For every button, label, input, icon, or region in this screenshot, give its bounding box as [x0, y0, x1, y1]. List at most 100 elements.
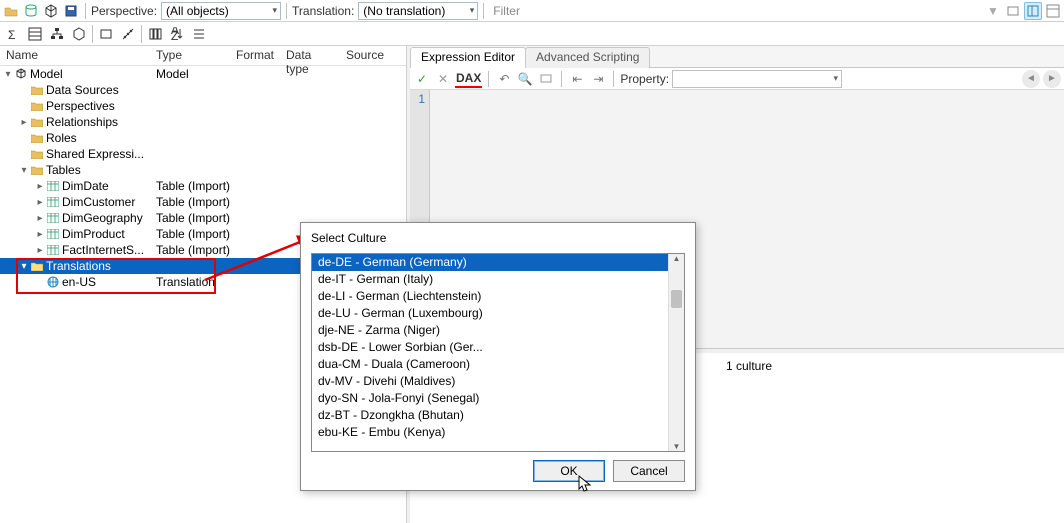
indent-right-icon[interactable]: ⇥: [589, 70, 607, 88]
dialog-buttons: OK Cancel: [301, 452, 695, 490]
col-type[interactable]: Type: [150, 46, 230, 65]
table-icon: [46, 227, 60, 241]
folder-view-icon[interactable]: [95, 23, 117, 45]
scrollbar-thumb[interactable]: [671, 290, 682, 308]
dax-label-icon[interactable]: DAX: [455, 70, 482, 88]
col-source[interactable]: Source: [340, 46, 406, 65]
culture-item[interactable]: ebu-KE - Embu (Kenya): [312, 424, 668, 441]
panel1-icon[interactable]: [1024, 2, 1042, 20]
col-name[interactable]: Name: [0, 46, 150, 65]
collapse-icon[interactable]: ▾: [18, 165, 30, 176]
culture-item[interactable]: de-LI - German (Liechtenstein): [312, 288, 668, 305]
dialog-title: Select Culture: [301, 223, 695, 253]
separator: [613, 71, 614, 87]
culture-listbox[interactable]: de-DE - German (Germany)de-IT - German (…: [311, 253, 685, 452]
ok-button[interactable]: OK: [533, 460, 605, 482]
expand-icon[interactable]: ▸: [34, 213, 46, 224]
indent-left-icon[interactable]: ⇤: [568, 70, 586, 88]
collapse-icon[interactable]: ▾: [18, 261, 30, 272]
top-toolbar: Perspective: (All objects) Translation: …: [0, 0, 1064, 22]
editor-tabs: Expression Editor Advanced Scripting: [410, 46, 1064, 68]
culture-item[interactable]: de-LU - German (Luxembourg): [312, 305, 668, 322]
scrollbar[interactable]: [668, 254, 684, 451]
table-icon: [46, 179, 60, 193]
separator: [561, 71, 562, 87]
folder-open-icon: [30, 259, 44, 273]
translation-icon: [46, 275, 60, 289]
property-combo[interactable]: [672, 70, 842, 88]
culture-item[interactable]: dje-NE - Zarma (Niger): [312, 322, 668, 339]
grid-icon[interactable]: [24, 23, 46, 45]
separator: [85, 3, 86, 19]
forward-icon[interactable]: ►: [1043, 70, 1061, 88]
comment-icon[interactable]: [537, 70, 555, 88]
select-culture-dialog: Select Culture de-DE - German (Germany)d…: [300, 222, 696, 491]
culture-item[interactable]: de-IT - German (Italy): [312, 271, 668, 288]
undo-icon[interactable]: ↶: [495, 70, 513, 88]
refresh-icon[interactable]: [1004, 2, 1022, 20]
culture-item[interactable]: dsb-DE - Lower Sorbian (Ger...: [312, 339, 668, 356]
panel2-icon[interactable]: [1044, 2, 1062, 20]
table-node[interactable]: ▸DimCustomerTable (Import): [0, 194, 406, 210]
find-icon[interactable]: 🔍: [516, 70, 534, 88]
expand-icon[interactable]: ▸: [34, 181, 46, 192]
cube2-icon[interactable]: [68, 23, 90, 45]
tree-node[interactable]: Perspectives: [0, 98, 406, 114]
folder-icon: [30, 147, 44, 161]
col-datatype[interactable]: Data type: [280, 46, 340, 65]
cancel-icon[interactable]: ✕: [434, 70, 452, 88]
table-node[interactable]: ▸DimDateTable (Import): [0, 178, 406, 194]
cube-icon[interactable]: [42, 2, 60, 20]
tab-advanced-scripting[interactable]: Advanced Scripting: [525, 47, 650, 68]
tree-node[interactable]: Data Sources: [0, 82, 406, 98]
hierarchy-icon[interactable]: [46, 23, 68, 45]
culture-item[interactable]: dz-BT - Dzongkha (Bhutan): [312, 407, 668, 424]
tree-toolbar: Σ AZ: [0, 22, 1064, 46]
separator: [488, 71, 489, 87]
perspective-label: Perspective:: [91, 4, 157, 18]
expand-icon[interactable]: ▸: [34, 245, 46, 256]
svg-text:Z: Z: [171, 29, 178, 41]
tree-node[interactable]: Shared Expressi...: [0, 146, 406, 162]
back-icon[interactable]: ◄: [1022, 70, 1040, 88]
perspective-combo[interactable]: (All objects): [161, 2, 281, 20]
tab-expression-editor[interactable]: Expression Editor: [410, 47, 526, 68]
accept-icon[interactable]: ✓: [413, 70, 431, 88]
editor-toolbar: ✓ ✕ DAX ↶ 🔍 ⇤ ⇥ Property: ◄ ►: [410, 68, 1064, 90]
folder-icon: [30, 115, 44, 129]
sort-az-icon[interactable]: AZ: [166, 23, 188, 45]
translation-combo[interactable]: (No translation): [358, 2, 478, 20]
node-tables[interactable]: ▾ Tables: [0, 162, 406, 178]
filter-input[interactable]: Filter: [489, 2, 982, 20]
filter-icon[interactable]: ▼: [984, 2, 1002, 20]
expand-icon[interactable]: ▸: [34, 197, 46, 208]
culture-item[interactable]: dyo-SN - Jola-Fonyi (Senegal): [312, 390, 668, 407]
folder-icon: [30, 99, 44, 113]
tree-header: Name Type Format Data type Source: [0, 46, 406, 66]
save-icon[interactable]: [62, 2, 80, 20]
database-icon[interactable]: [22, 2, 40, 20]
culture-item[interactable]: dv-MV - Divehi (Maldives): [312, 373, 668, 390]
tree-node[interactable]: ▸Relationships: [0, 114, 406, 130]
culture-item[interactable]: dua-CM - Duala (Cameroon): [312, 356, 668, 373]
measure-icon[interactable]: [117, 23, 139, 45]
expand-icon[interactable]: ▸: [34, 229, 46, 240]
expand-icon[interactable]: ▸: [18, 117, 30, 128]
node-model[interactable]: ▾ Model Model: [0, 66, 406, 82]
col-format[interactable]: Format: [230, 46, 280, 65]
translation-label: Translation:: [292, 4, 354, 18]
tree-node[interactable]: Roles: [0, 130, 406, 146]
culture-item[interactable]: de-DE - German (Germany): [312, 254, 668, 271]
columns-icon[interactable]: [144, 23, 166, 45]
list-icon[interactable]: [188, 23, 210, 45]
table-icon: [46, 211, 60, 225]
sigma-icon[interactable]: Σ: [2, 23, 24, 45]
folder-icon: [30, 131, 44, 145]
cancel-button[interactable]: Cancel: [613, 460, 685, 482]
open-icon[interactable]: [2, 2, 20, 20]
svg-text:Σ: Σ: [8, 28, 15, 41]
folder-icon: [30, 83, 44, 97]
collapse-icon[interactable]: ▾: [2, 69, 14, 80]
property-label: Property:: [620, 72, 669, 86]
cube-icon: [14, 67, 28, 81]
